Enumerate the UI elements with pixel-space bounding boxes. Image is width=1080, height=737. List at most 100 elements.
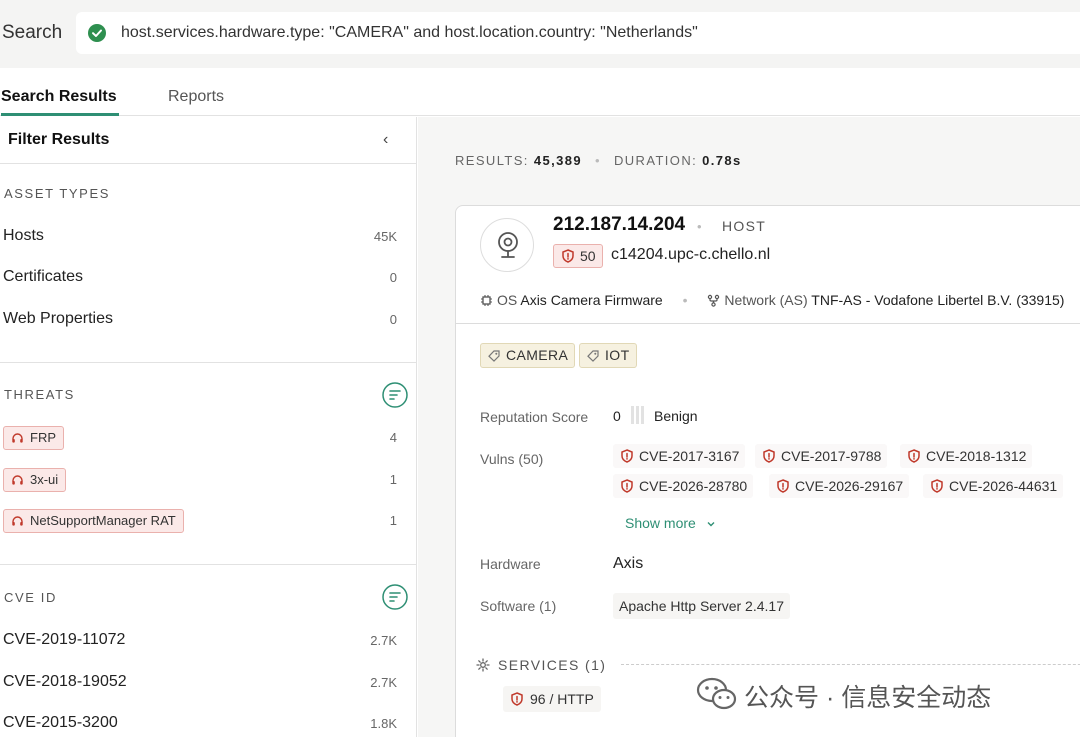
search-query-text[interactable]: host.services.hardware.type: "CAMERA" an… [121,24,698,42]
shield-icon [908,449,920,463]
reputation-bar [631,406,649,424]
threat-tag-label: NetSupportManager RAT [30,513,176,528]
filter-count: 0 [389,270,397,285]
filter-item-certificates[interactable]: Certificates [3,268,83,286]
host-card-header: 212.187.14.204 • HOST 50 c14204.upc-c.ch… [456,206,1080,324]
check-circle-icon [88,24,106,42]
services-label: SERVICES (1) [498,657,607,673]
divider [0,564,416,565]
watermark-text: 公众号 · 信息安全动态 [744,684,992,712]
tab-bar: Search Results Reports [0,68,1080,116]
service-label: 96 / HTTP [530,691,594,707]
cve-id: CVE-2026-28780 [639,478,748,494]
search-bar: Search host.services.hardware.type: "CAM… [0,0,1080,68]
asset-types-title: ASSET TYPES [4,186,110,201]
host-type-label: HOST [722,218,767,234]
cve-chip[interactable]: CVE-2026-44631 [923,474,1064,498]
sort-lines-icon[interactable] [382,584,408,610]
gear-icon [476,658,490,672]
reputation-label: Reputation Score [480,409,589,425]
cve-id: CVE-2018-1312 [926,448,1027,464]
filter-item-web-properties[interactable]: Web Properties [3,310,113,328]
results-label: RESULTS: [455,153,529,168]
tag-label: CAMERA [506,347,569,363]
hardware-value: Axis [613,555,644,572]
chevron-left-icon[interactable]: ‹ [383,131,388,149]
threat-tag-frp[interactable]: FRP [3,426,64,450]
software-label: Software (1) [480,598,557,614]
reputation-text: Benign [654,408,698,424]
cve-chip[interactable]: CVE-2026-29167 [769,474,910,498]
shield-icon [621,479,633,493]
threat-tag-netsupportmanager-rat[interactable]: NetSupportManager RAT [3,509,184,533]
network-icon [708,294,720,307]
chip-icon [481,295,492,306]
show-more-label: Show more [625,515,696,531]
shield-icon [931,479,943,493]
host-ip[interactable]: 212.187.14.204 [553,214,685,236]
vuln-score: 50 [580,248,596,264]
duration-label: DURATION: [613,153,698,168]
cve-id-title: CVE ID [4,590,57,605]
vuln-score-badge: 50 [553,244,603,268]
filter-count: 0 [389,312,397,327]
vulns-label: Vulns (50) [480,451,544,467]
filter-item-cve[interactable]: CVE-2018-19052 [3,673,127,691]
software-chip[interactable]: Apache Http Server 2.4.17 [613,593,790,619]
network-value[interactable]: TNF-AS - Vodafone Libertel B.V. (33915) [811,292,1064,308]
sort-lines-icon[interactable] [382,382,408,408]
filter-count: 2.7K [370,633,397,648]
filter-count: 1 [389,513,397,528]
host-meta-row: OS Axis Camera Firmware • Network (AS) T… [480,292,1064,308]
host-name[interactable]: c14204.upc-c.chello.nl [611,246,770,264]
filter-count: 4 [389,430,397,445]
cve-chip[interactable]: CVE-2018-1312 [900,444,1033,468]
filter-count: 45K [373,229,397,244]
reputation-score: 0 [613,408,621,424]
duration-value: 0.78s [702,153,742,168]
hardware-label: Hardware [480,556,541,572]
headset-icon [12,433,23,443]
chevron-down-icon [707,522,715,527]
cve-chip[interactable]: CVE-2026-28780 [613,474,754,498]
headset-icon [12,516,23,526]
tag-icon [488,350,500,362]
cve-id: CVE-2026-29167 [795,478,904,494]
filter-item-cve[interactable]: CVE-2019-11072 [3,631,125,649]
webcam-icon [498,232,518,258]
threat-tag-label: FRP [30,430,56,445]
show-more-link[interactable]: Show more [625,515,716,531]
shield-icon [621,449,633,463]
cve-chip[interactable]: CVE-2017-9788 [755,444,888,468]
wechat-icon [696,677,737,710]
shield-icon [777,479,789,493]
tab-reports[interactable]: Reports [168,88,224,106]
filter-count: 1 [389,472,397,487]
filter-item-cve[interactable]: CVE-2015-3200 [3,714,118,732]
cve-id: CVE-2017-3167 [639,448,740,464]
cve-id: CVE-2017-9788 [781,448,882,464]
tag-camera[interactable]: CAMERA [480,343,576,368]
results-count: 45,389 [533,153,582,168]
search-input[interactable]: host.services.hardware.type: "CAMERA" an… [76,12,1080,54]
tag-label: IOT [605,347,630,363]
threat-tag-3x-ui[interactable]: 3x-ui [3,468,67,492]
shield-icon [763,449,775,463]
tag-iot[interactable]: IOT [579,343,637,368]
tab-search-results[interactable]: Search Results [1,88,119,116]
cve-chip[interactable]: CVE-2017-3167 [613,444,746,468]
divider [621,664,1080,665]
filter-sidebar: Filter Results ‹ ASSET TYPES Hosts 45K C… [0,117,417,737]
services-header: SERVICES (1) [476,657,606,673]
os-label: OS [497,292,518,308]
results-summary: RESULTS: 45,389 • DURATION: 0.78s [455,153,742,168]
filter-title: Filter Results [8,131,110,148]
threat-tag-label: 3x-ui [30,472,59,487]
cve-id: CVE-2026-44631 [949,478,1058,494]
filter-count: 2.7K [370,675,397,690]
filter-header: Filter Results ‹ [0,117,416,164]
network-label: Network (AS) [724,292,808,308]
service-chip[interactable]: 96 / HTTP [503,686,601,712]
search-label: Search [2,22,63,43]
filter-item-hosts[interactable]: Hosts [3,227,44,245]
